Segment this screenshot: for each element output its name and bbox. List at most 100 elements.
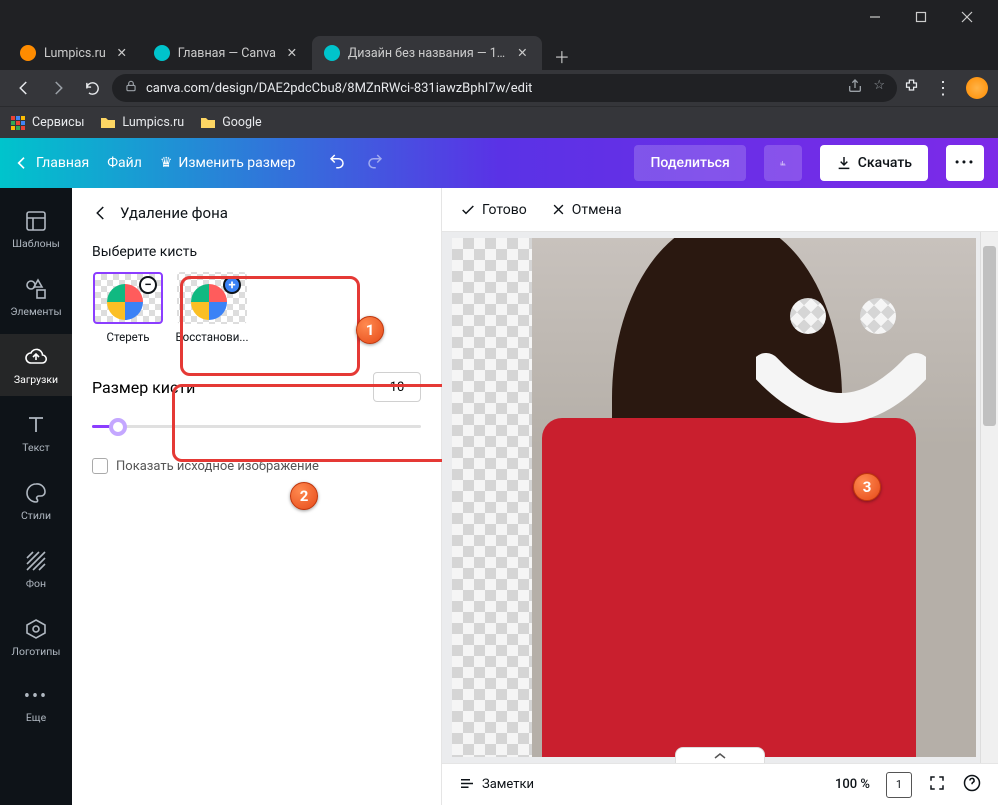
apps-icon (10, 115, 26, 131)
rail-text[interactable]: Текст (0, 402, 72, 464)
canva-header: Главная Файл ♛ Изменить размер Поделитьс… (0, 138, 998, 188)
brush-size-row: Размер кисти (92, 372, 421, 402)
erased-region (756, 348, 926, 438)
browser-tab-strip: Lumpics.ru ✕ Главная — Canva ✕ Дизайн бе… (0, 34, 998, 70)
tab-title: Lumpics.ru (44, 46, 106, 61)
tab-close-icon[interactable]: ✕ (284, 45, 300, 61)
templates-icon (24, 209, 48, 233)
share-button[interactable]: Поделиться (634, 145, 745, 181)
profile-avatar[interactable] (966, 77, 988, 99)
rail-label: Фон (26, 577, 46, 590)
window-close-icon[interactable] (944, 2, 990, 32)
chevron-up-icon (714, 752, 726, 760)
tab-title: Главная — Canva (178, 46, 276, 61)
close-icon (551, 202, 566, 217)
stats-button[interactable] (764, 145, 802, 181)
brush-restore[interactable]: + Восстанови... (176, 272, 248, 344)
brush-size-label: Размер кисти (92, 378, 195, 397)
done-label: Готово (482, 202, 527, 218)
download-icon (836, 155, 852, 171)
download-button[interactable]: Скачать (820, 145, 928, 181)
rail-label: Логотипы (12, 645, 61, 658)
left-rail: Шаблоны Элементы Загрузки Текст Стили Фо… (0, 188, 72, 805)
address-bar[interactable]: canva.com/design/DAE2pdcCbu8/8MZnRWci-83… (112, 74, 897, 102)
lock-icon (124, 79, 138, 97)
more-button[interactable]: ••• (946, 145, 984, 181)
bookmark-apps[interactable]: Сервисы (10, 115, 84, 131)
bookmark-item[interactable]: Lumpics.ru (100, 115, 184, 131)
more-icon: ••• (24, 686, 48, 707)
panel-title: Удаление фона (120, 204, 228, 222)
bookmark-label: Lumpics.ru (122, 115, 184, 130)
canvas-image[interactable]: 3 (452, 238, 976, 757)
file-menu[interactable]: Файл (107, 155, 142, 171)
main-layout: Шаблоны Элементы Загрузки Текст Стили Фо… (0, 188, 998, 805)
more-icon: ••• (955, 155, 976, 171)
canvas-viewport[interactable]: 3 (442, 232, 998, 763)
annotation-marker-3: 3 (853, 473, 881, 501)
menu-icon[interactable]: ⋮ (934, 78, 952, 99)
tab-close-icon[interactable]: ✕ (515, 45, 530, 61)
undo-button[interactable] (328, 152, 346, 174)
resize-button[interactable]: ♛ Изменить размер (160, 155, 296, 171)
favicon-icon (154, 45, 170, 61)
notes-icon (458, 776, 476, 794)
rail-more[interactable]: ••• Еще (0, 674, 72, 736)
brush-restore-thumb: + (177, 272, 247, 324)
browser-tab[interactable]: Lumpics.ru ✕ (8, 36, 142, 70)
vertical-scrollbar[interactable] (980, 232, 998, 763)
minus-icon: − (139, 276, 157, 294)
text-icon (24, 413, 48, 437)
brush-erase[interactable]: − Стереть (92, 272, 164, 344)
plus-icon: + (223, 276, 241, 294)
notes-label: Заметки (482, 777, 534, 792)
scrollbar-thumb[interactable] (983, 246, 996, 426)
rail-templates[interactable]: Шаблоны (0, 198, 72, 260)
redo-button[interactable] (366, 152, 384, 174)
rail-styles[interactable]: Стили (0, 470, 72, 532)
slider-thumb[interactable] (109, 418, 127, 436)
favicon-icon (20, 45, 36, 61)
fullscreen-button[interactable] (928, 774, 946, 796)
share-icon[interactable] (847, 78, 863, 98)
page-handle[interactable] (675, 747, 765, 763)
home-button[interactable]: Главная (14, 155, 89, 171)
window-titlebar (0, 0, 998, 34)
cancel-label: Отмена (572, 202, 622, 218)
browser-tab[interactable]: Главная — Canva ✕ (142, 36, 312, 70)
resize-label: Изменить размер (178, 155, 295, 171)
cancel-button[interactable]: Отмена (551, 202, 622, 218)
canvas-footer: Заметки 100 % 1 (442, 763, 998, 805)
reload-button[interactable] (78, 74, 106, 102)
brush-size-input[interactable] (373, 372, 421, 402)
browser-toolbar: canva.com/design/DAE2pdcCbu8/8MZnRWci-83… (0, 70, 998, 106)
forward-button[interactable] (44, 74, 72, 102)
rail-elements[interactable]: Элементы (0, 266, 72, 328)
show-original-row[interactable]: Показать исходное изображение (92, 458, 421, 474)
canvas-area: Готово Отмена 3 (442, 188, 998, 805)
erased-region (790, 298, 826, 334)
brush-size-slider[interactable] (92, 416, 421, 436)
tab-close-icon[interactable]: ✕ (114, 45, 130, 61)
back-button[interactable] (10, 74, 38, 102)
checkbox[interactable] (92, 458, 108, 474)
window-maximize-icon[interactable] (898, 2, 944, 32)
window-minimize-icon[interactable] (852, 2, 898, 32)
page-indicator[interactable]: 1 (886, 772, 912, 798)
help-button[interactable] (962, 773, 982, 797)
new-tab-button[interactable]: ＋ (548, 42, 576, 70)
zoom-level[interactable]: 100 % (835, 777, 870, 792)
download-label: Скачать (858, 155, 912, 171)
rail-background[interactable]: Фон (0, 538, 72, 600)
cloud-upload-icon (24, 345, 48, 369)
extensions-icon[interactable] (903, 78, 920, 99)
notes-button[interactable]: Заметки (458, 776, 534, 794)
rail-uploads[interactable]: Загрузки (0, 334, 72, 396)
erased-region (860, 298, 896, 334)
browser-tab-active[interactable]: Дизайн без названия — 1200 ✕ (312, 36, 542, 70)
panel-back[interactable]: Удаление фона (92, 204, 421, 222)
bookmark-item[interactable]: Google (200, 115, 261, 131)
rail-logos[interactable]: Логотипы (0, 606, 72, 668)
done-button[interactable]: Готово (460, 202, 527, 218)
star-icon[interactable]: ☆ (873, 78, 885, 98)
